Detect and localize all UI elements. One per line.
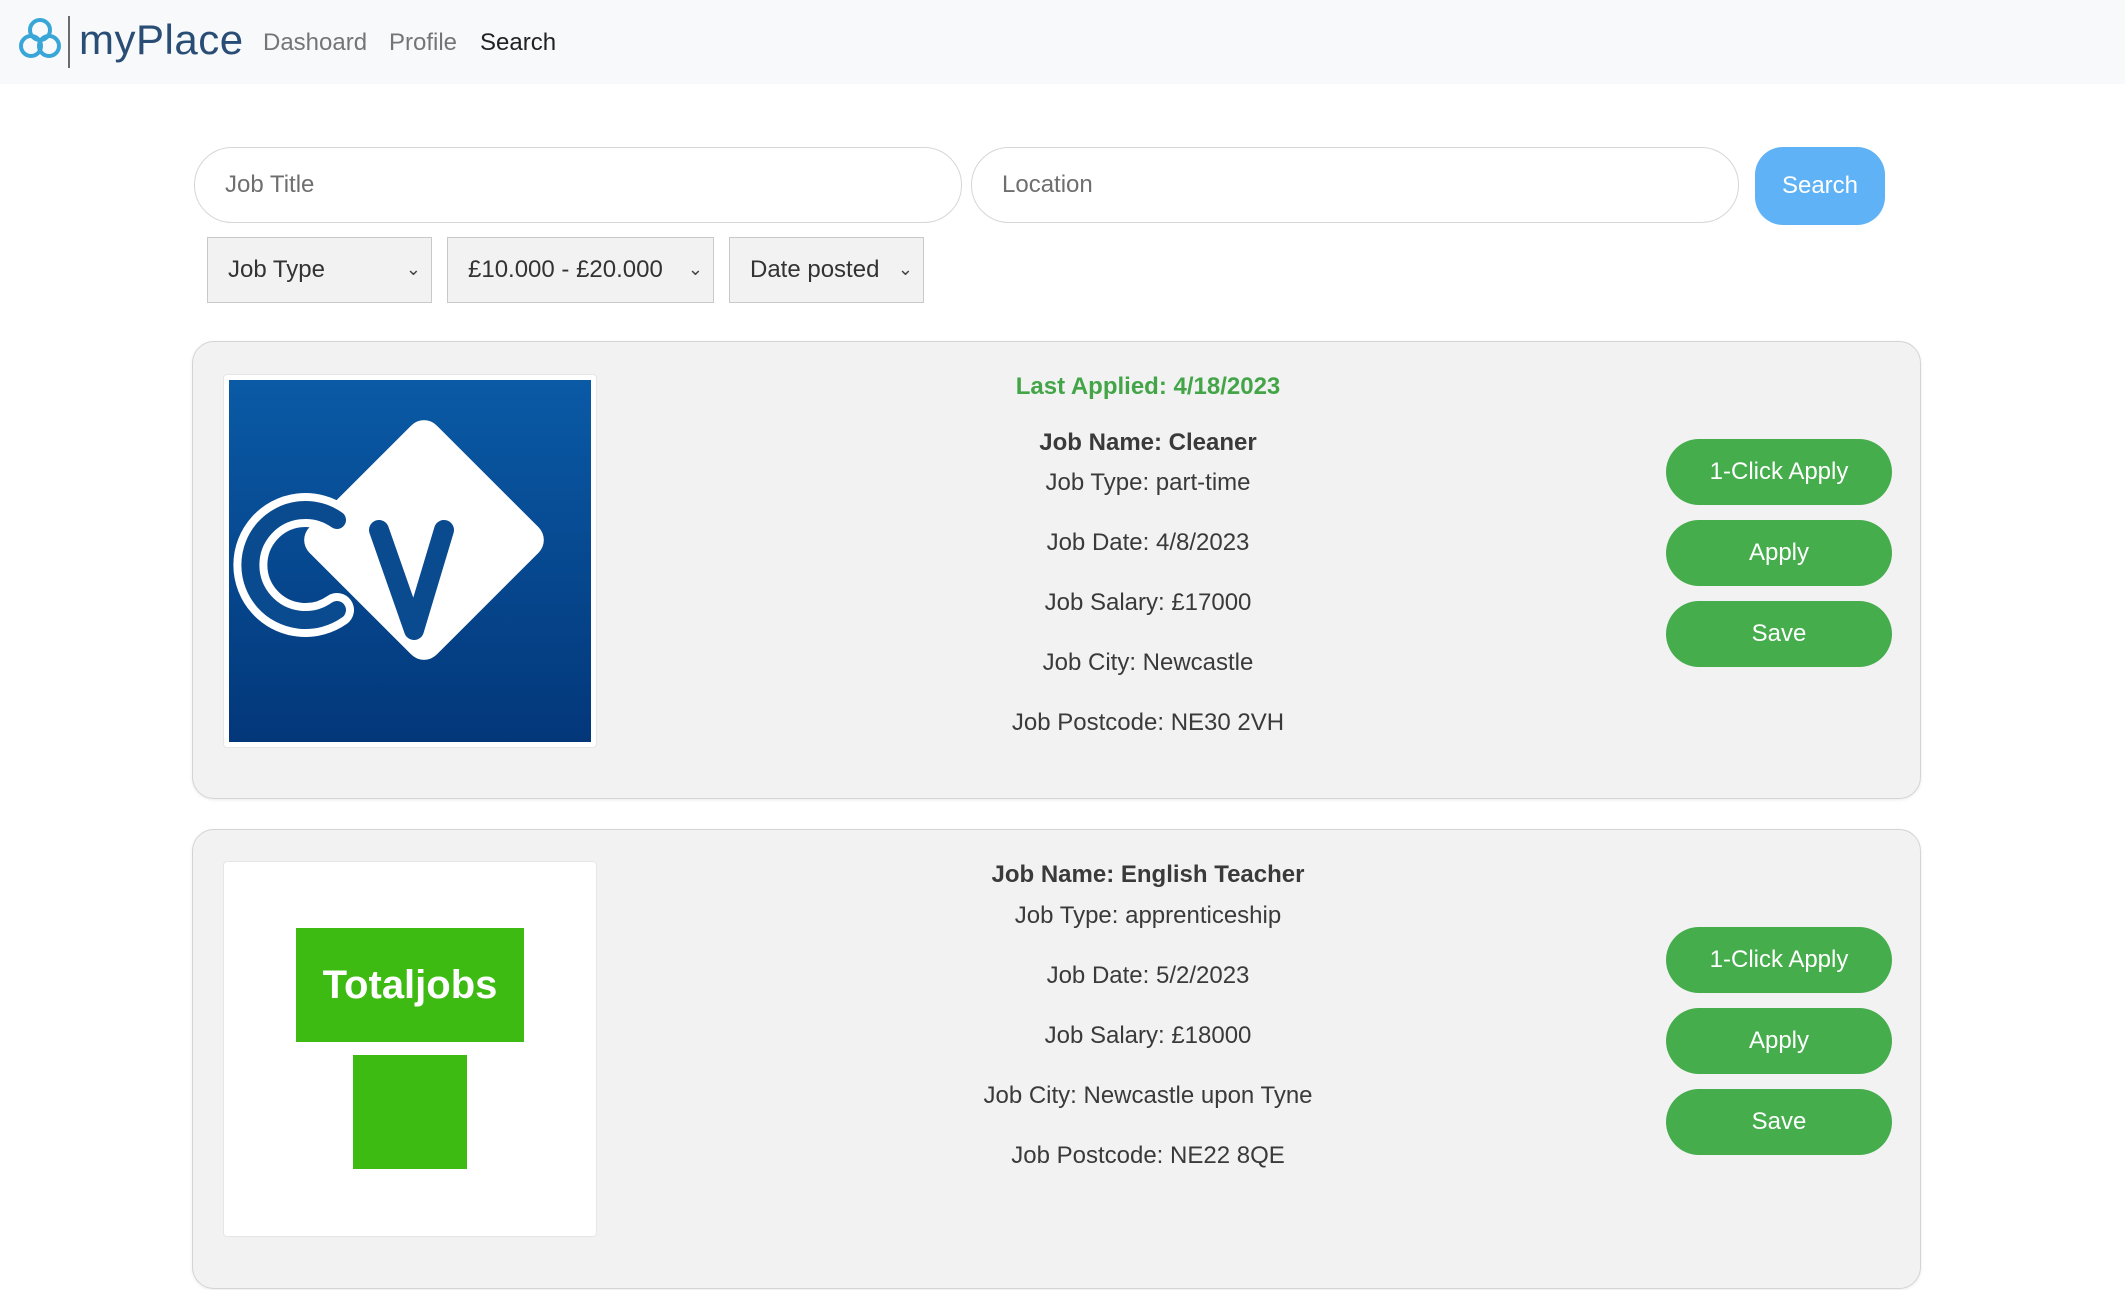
- job-card: Totaljobs Job Name: English Teacher Job …: [192, 829, 1921, 1289]
- job-type: Job Type: apprenticeship: [1014, 902, 1282, 929]
- svg-text:Totaljobs: Totaljobs: [323, 963, 498, 1007]
- brand-divider: [68, 16, 70, 68]
- job-salary: Job Salary: £18000: [1044, 1022, 1252, 1049]
- apply-button[interactable]: Apply: [1666, 1008, 1892, 1074]
- job-salary: Job Salary: £17000: [1044, 589, 1252, 616]
- job-name: Job Name: Cleaner: [1039, 429, 1257, 456]
- company-logo-frame: [223, 374, 597, 748]
- totaljobs-logo-icon: Totaljobs: [296, 928, 524, 1169]
- job-name: Job Name: English Teacher: [991, 861, 1305, 888]
- salary-select[interactable]: £10.000 - £20.000 ⌄: [447, 237, 714, 303]
- job-card: Last Applied: 4/18/2023 Job Name: Cleane…: [192, 341, 1921, 799]
- apply-button[interactable]: Apply: [1666, 520, 1892, 586]
- job-type-select[interactable]: Job Type ⌄: [207, 237, 432, 303]
- salary-select-value: £10.000 - £20.000: [468, 256, 663, 283]
- one-click-apply-button[interactable]: 1-Click Apply: [1666, 439, 1892, 505]
- nav-dashboard[interactable]: Dashoard: [263, 28, 367, 58]
- job-city: Job City: Newcastle: [1042, 649, 1254, 676]
- myplace-logo-icon[interactable]: [18, 16, 62, 66]
- date-posted-select-value: Date posted: [750, 256, 880, 283]
- chevron-down-icon: ⌄: [897, 259, 913, 279]
- job-title-input[interactable]: [194, 147, 962, 223]
- nav-profile[interactable]: Profile: [389, 28, 457, 58]
- job-postcode: Job Postcode: NE30 2VH: [1011, 709, 1285, 736]
- date-posted-select[interactable]: Date posted ⌄: [729, 237, 924, 303]
- job-city: Job City: Newcastle upon Tyne: [983, 1082, 1313, 1109]
- job-postcode: Job Postcode: NE22 8QE: [1011, 1142, 1285, 1169]
- chevron-down-icon: ⌄: [405, 259, 421, 279]
- cv-logo-icon: [229, 380, 591, 742]
- save-button[interactable]: Save: [1666, 1089, 1892, 1155]
- save-button[interactable]: Save: [1666, 601, 1892, 667]
- navbar: myPlace Dashoard Profile Search: [0, 0, 2125, 84]
- job-date: Job Date: 5/2/2023: [1046, 962, 1250, 989]
- last-applied-text: Last Applied: 4/18/2023: [1015, 373, 1281, 400]
- nav-search[interactable]: Search: [480, 28, 556, 58]
- search-button[interactable]: Search: [1755, 147, 1885, 225]
- job-type-select-value: Job Type: [228, 256, 325, 283]
- job-date: Job Date: 4/8/2023: [1046, 529, 1250, 556]
- location-input[interactable]: [971, 147, 1739, 223]
- job-info: Job Name: English Teacher Job Type: appr…: [833, 830, 1463, 1290]
- job-type: Job Type: part-time: [1045, 469, 1251, 496]
- brand-name[interactable]: myPlace: [79, 12, 244, 68]
- company-logo-frame: Totaljobs: [223, 861, 597, 1237]
- chevron-down-icon: ⌄: [687, 259, 703, 279]
- one-click-apply-button[interactable]: 1-Click Apply: [1666, 927, 1892, 993]
- job-info: Last Applied: 4/18/2023 Job Name: Cleane…: [833, 342, 1463, 800]
